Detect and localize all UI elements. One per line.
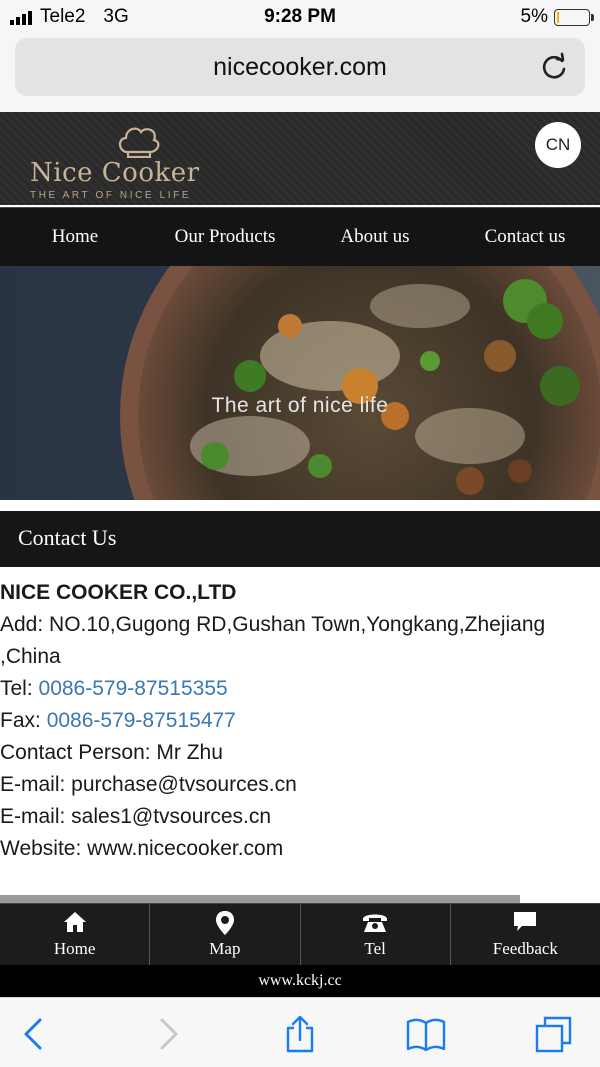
address-line: Add: NO.10,Gugong RD,Gushan Town,Yongkan… — [0, 609, 600, 673]
tab-map-label: Map — [209, 939, 241, 958]
browser-toolbar — [0, 997, 600, 1067]
nav-our-products[interactable]: Our Products — [150, 208, 300, 266]
website-line: Website: www.nicecooker.com — [0, 837, 284, 860]
url-text[interactable]: nicecooker.com — [15, 53, 585, 82]
hero-banner: The art of nice life — [0, 266, 600, 500]
company-name: NICE COOKER CO.,LTD — [0, 581, 237, 604]
fax-label: Fax: — [0, 709, 47, 732]
language-cn-button[interactable]: CN — [535, 122, 581, 168]
hero-caption: The art of nice life — [211, 394, 389, 417]
back-icon[interactable] — [14, 1014, 54, 1054]
chef-hat-icon — [118, 127, 160, 158]
bookmarks-icon[interactable] — [406, 1014, 446, 1054]
food-bowl-image — [0, 266, 600, 500]
forward-icon[interactable] — [148, 1014, 188, 1054]
tabs-icon[interactable] — [534, 1014, 574, 1054]
tab-tel[interactable]: Tel — [301, 904, 451, 965]
tab-map[interactable]: Map — [150, 904, 301, 965]
battery-status: 5% — [520, 6, 594, 28]
reload-icon[interactable] — [537, 50, 571, 84]
tel-line: Tel: 0086-579-87515355 — [0, 673, 600, 705]
tel-label: Tel: — [0, 677, 39, 700]
site-header: Nice Cooker THE ART OF NICE LIFE 0086-05… — [0, 112, 600, 298]
status-bar: Tele2 3G 9:28 PM 5% — [0, 0, 600, 34]
nav-about-us[interactable]: About us — [300, 208, 450, 266]
contact-details: NICE COOKER CO.,LTD Add: NO.10,Gugong RD… — [0, 577, 600, 865]
map-pin-icon — [215, 911, 234, 935]
nav-contact-us[interactable]: Contact us — [450, 208, 600, 266]
contact-person: Contact Person: Mr Zhu — [0, 741, 223, 764]
contact-heading: Contact Us — [18, 525, 117, 550]
nav-home[interactable]: Home — [0, 208, 150, 266]
telephone-icon — [363, 914, 388, 932]
clock: 9:28 PM — [264, 6, 336, 27]
address-bar[interactable]: nicecooker.com — [15, 38, 585, 96]
email-line-1: E-mail: purchase@tvsources.cn — [0, 773, 297, 796]
battery-icon — [554, 8, 594, 26]
fax-line: Fax: 0086-579-87515477 — [0, 705, 600, 737]
chat-bubble-icon — [514, 912, 537, 931]
contact-section-header: Contact Us — [0, 511, 600, 567]
brand-name: Nice Cooker — [30, 158, 200, 188]
brand-tagline: THE ART OF NICE LIFE — [30, 190, 192, 201]
tab-home-label: Home — [53, 939, 96, 958]
tab-home[interactable]: Home — [0, 904, 151, 965]
home-icon — [63, 912, 86, 932]
tel-link[interactable]: 0086-579-87515355 — [39, 677, 228, 700]
address-label: Add: — [0, 613, 50, 636]
battery-fill — [557, 11, 559, 23]
tab-tel-label: Tel — [364, 939, 386, 958]
tab-feedback-label: Feedback — [492, 939, 558, 958]
logo[interactable]: Nice Cooker THE ART OF NICE LIFE — [28, 124, 200, 201]
site-tabbar: Home Map Tel Feedback — [0, 903, 600, 965]
address-value: NO.10,Gugong RD,Gushan Town,Yongkang,Zhe… — [0, 613, 546, 668]
tab-feedback[interactable]: Feedback — [451, 904, 600, 965]
email-line-2: E-mail: sales1@tvsources.cn — [0, 805, 272, 828]
footer-site-url[interactable]: www.kckj.cc — [0, 965, 600, 997]
battery-percent: 5% — [520, 6, 548, 27]
share-icon[interactable] — [280, 1014, 320, 1054]
fax-link[interactable]: 0086-579-87515477 — [47, 709, 236, 732]
main-nav: Home Our Products About us Contact us — [0, 207, 600, 267]
